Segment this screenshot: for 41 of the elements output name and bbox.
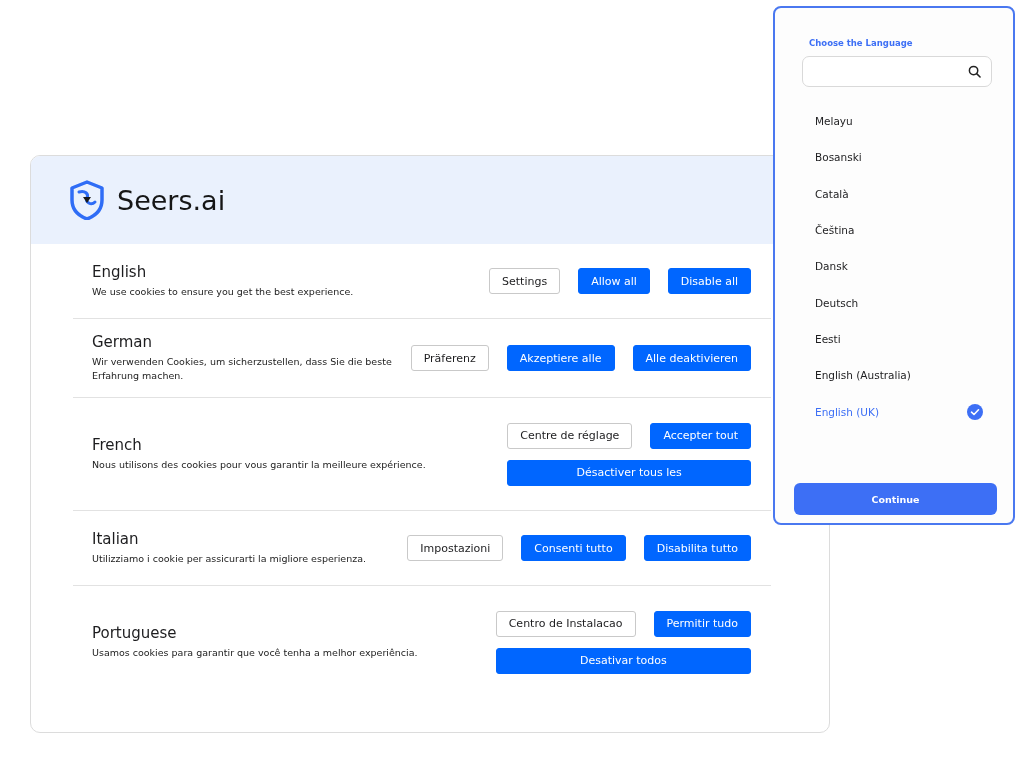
- search-field[interactable]: [802, 56, 992, 87]
- language-title: French: [92, 436, 143, 454]
- picker-title: Choose the Language: [809, 38, 914, 48]
- action-button[interactable]: Akzeptiere alle: [506, 345, 615, 371]
- action-button[interactable]: Permitir tudo: [653, 610, 751, 637]
- cookie-message: Utilizziamo i cookie per assicurarti la migliore esperienza.: [92, 552, 366, 566]
- language-option[interactable]: Eesti: [815, 320, 983, 358]
- continue-button[interactable]: Continue: [794, 483, 997, 515]
- language-option[interactable]: Dansk: [815, 248, 983, 285]
- action-button[interactable]: Desativar todos: [495, 647, 751, 674]
- language-option[interactable]: Bosanski: [815, 139, 983, 176]
- language-title: Portuguese: [92, 624, 178, 642]
- check-circle-icon: [967, 403, 983, 420]
- language-title: Italian: [92, 530, 140, 548]
- language-option[interactable]: Čeština: [815, 211, 983, 249]
- cookie-message: Nous utilisons des cookies pour vous garantir la meilleure expérience.: [92, 458, 426, 472]
- language-option[interactable]: Melayu: [815, 103, 983, 140]
- language-option[interactable]: English (Australia): [815, 357, 983, 394]
- language-title: English: [92, 263, 148, 281]
- settings-button[interactable]: Settings: [489, 268, 561, 294]
- shield-logo-icon: [67, 180, 107, 220]
- settings-button[interactable]: Präferenz: [410, 345, 489, 371]
- language-option[interactable]: English (UK): [815, 393, 983, 430]
- action-button[interactable]: Alle deaktivieren: [632, 345, 751, 371]
- action-button[interactable]: Allow all: [578, 268, 650, 294]
- cookie-message: Wir verwenden Cookies, um sicherzustellen, dass Sie die beste Erfahrung machen.: [92, 355, 393, 383]
- action-button[interactable]: Consenti tutto: [521, 535, 626, 561]
- search-icon: [968, 65, 981, 78]
- language-title: German: [92, 333, 154, 351]
- brand-name: Seers.ai: [117, 184, 226, 216]
- action-button[interactable]: Désactiver tous les: [507, 459, 751, 486]
- action-button[interactable]: Accepter tout: [650, 422, 751, 449]
- settings-button[interactable]: Impostazioni: [407, 535, 504, 561]
- language-option[interactable]: Deutsch: [815, 284, 983, 321]
- cookie-message: Usamos cookies para garantir que você tenha a melhor experiência.: [92, 646, 418, 660]
- action-button[interactable]: Disable all: [667, 268, 751, 294]
- language-option[interactable]: Català: [815, 175, 983, 212]
- settings-button[interactable]: Centre de réglage: [507, 422, 633, 449]
- cookie-message: We use cookies to ensure you get the best experience.: [92, 285, 354, 299]
- action-button[interactable]: Disabilita tutto: [643, 535, 751, 561]
- settings-button[interactable]: Centro de Instalacao: [495, 610, 636, 637]
